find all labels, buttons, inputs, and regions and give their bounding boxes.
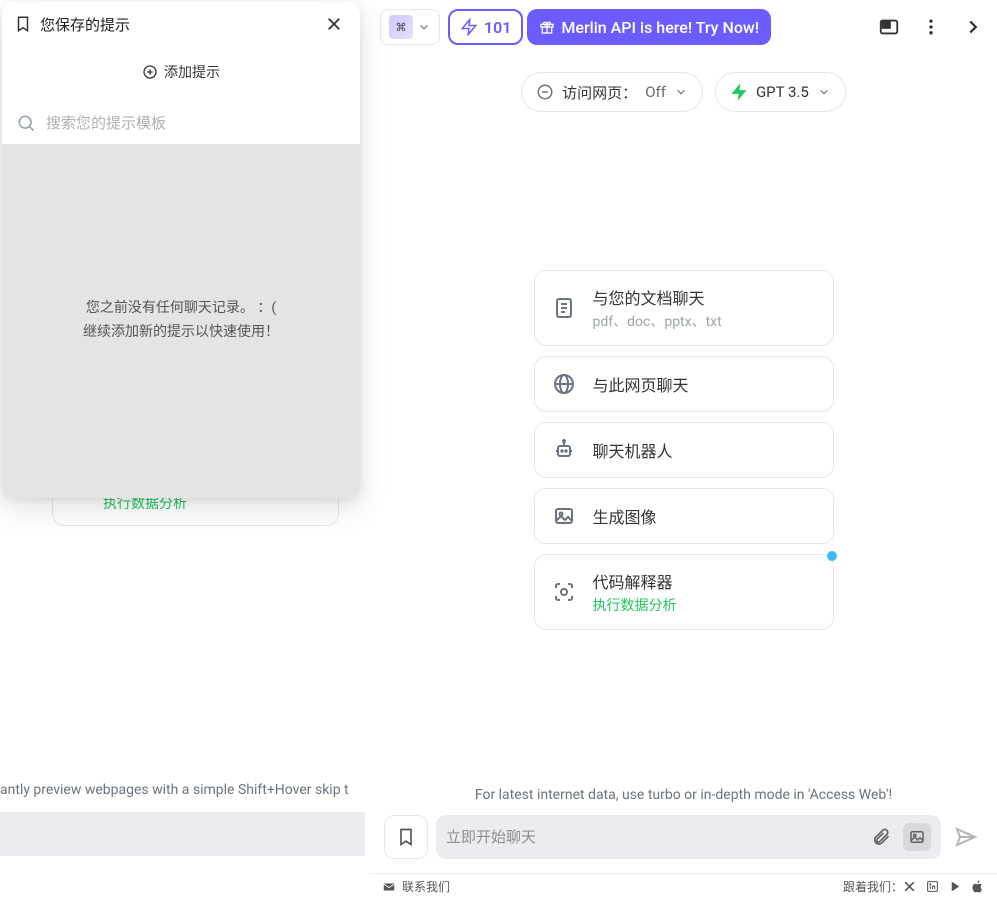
- paperclip-icon: [871, 827, 891, 847]
- access-web-value: Off: [645, 83, 666, 101]
- send-icon: [954, 825, 978, 849]
- contact-link[interactable]: 联系我们: [402, 878, 450, 895]
- tip-banner: For latest internet data, use turbo or i…: [370, 787, 997, 803]
- chat-input-wrap: [436, 815, 941, 859]
- bolt-icon: [460, 18, 478, 36]
- play-store-icon[interactable]: [949, 880, 962, 893]
- more-button[interactable]: [917, 13, 945, 41]
- apple-icon[interactable]: [972, 880, 985, 893]
- more-vertical-icon: [921, 17, 941, 37]
- bolt-icon: [730, 83, 748, 101]
- send-button[interactable]: [949, 820, 983, 854]
- gift-icon: [539, 19, 555, 35]
- globe-icon: [551, 371, 577, 397]
- forward-button[interactable]: [959, 13, 987, 41]
- plus-circle-icon: [142, 64, 158, 80]
- bookmark-icon: [14, 15, 32, 33]
- promo-label: Merlin API is here! Try Now!: [561, 18, 759, 37]
- workspace-avatar-icon: ⌘: [389, 15, 413, 39]
- new-badge-dot: [827, 551, 837, 561]
- mail-icon: [382, 880, 396, 894]
- linkedin-icon[interactable]: [926, 880, 939, 893]
- chevron-down-icon: [817, 85, 831, 99]
- main-subheader: 访问网页： Off GPT 3.5: [370, 54, 997, 130]
- popup-search: [2, 102, 360, 144]
- promo-chip[interactable]: Merlin API is here! Try Now!: [527, 9, 771, 45]
- main-panel: ⌘ 101 Merlin API is here! Try Now! 访问网: [370, 0, 997, 899]
- empty-line-2: 继续添加新的提示以快速使用！: [83, 321, 279, 345]
- card-title: 与您的文档聊天: [593, 285, 722, 309]
- scan-icon: [551, 579, 577, 605]
- card-title: 代码解释器: [593, 569, 677, 593]
- close-button[interactable]: [320, 10, 348, 38]
- access-web-label: 访问网页：: [562, 82, 637, 103]
- search-icon: [16, 113, 36, 133]
- chevron-down-icon: [417, 20, 431, 34]
- credits-chip[interactable]: 101: [448, 9, 523, 45]
- minus-circle-icon: [536, 83, 554, 101]
- file-text-icon: [551, 295, 577, 321]
- saved-prompts-button[interactable]: [384, 815, 428, 859]
- add-prompt-button[interactable]: 添加提示: [2, 52, 360, 92]
- credits-value: 101: [484, 18, 511, 37]
- workspace-selector[interactable]: ⌘: [380, 9, 440, 45]
- pip-button[interactable]: [875, 13, 903, 41]
- popup-title-text: 您保存的提示: [40, 14, 130, 35]
- action-card-chat-docs[interactable]: 与您的文档聊天 pdf、doc、pptx、txt: [534, 270, 834, 346]
- pip-icon: [878, 16, 900, 38]
- add-prompt-label: 添加提示: [164, 62, 220, 82]
- main-body: 与您的文档聊天 pdf、doc、pptx、txt 与此网页聊天 聊天机器人: [370, 130, 997, 787]
- popup-header: 您保存的提示: [2, 2, 360, 46]
- composer-left-fragment: [0, 812, 365, 856]
- saved-prompts-popup: 您保存的提示 添加提示 您之前没有任何聊天记录。 ：( 继续添加新的提示以快速使…: [2, 2, 360, 498]
- composer: [370, 815, 997, 873]
- popup-title: 您保存的提示: [14, 14, 312, 35]
- main-footer: 联系我们 跟着我们：: [370, 873, 997, 899]
- bookmark-icon: [396, 827, 416, 847]
- image-upload-button[interactable]: [903, 823, 931, 851]
- card-title: 与此网页聊天: [593, 372, 689, 396]
- model-pill[interactable]: GPT 3.5: [715, 72, 846, 112]
- main-header: ⌘ 101 Merlin API is here! Try Now!: [370, 0, 997, 54]
- action-card-chat-bot[interactable]: 聊天机器人: [534, 422, 834, 478]
- card-subtitle: 执行数据分析: [593, 595, 677, 615]
- close-icon: [325, 15, 343, 33]
- card-subtitle: pdf、doc、pptx、txt: [593, 311, 722, 331]
- follow-label: 跟着我们：: [843, 878, 903, 895]
- bot-icon: [551, 437, 577, 463]
- search-input[interactable]: [46, 115, 346, 132]
- empty-line-1: 您之前没有任何聊天记录。 ：(: [83, 297, 279, 321]
- chevron-down-icon: [674, 85, 688, 99]
- chevron-right-icon: [962, 16, 984, 38]
- chat-input[interactable]: [446, 829, 859, 846]
- access-web-pill[interactable]: 访问网页： Off: [521, 72, 703, 112]
- popup-empty-state: 您之前没有任何聊天记录。 ：( 继续添加新的提示以快速使用！: [2, 144, 360, 498]
- action-card-generate-image[interactable]: 生成图像: [534, 488, 834, 544]
- tip-banner-left-fragment: antly preview webpages with a simple Shi…: [0, 782, 365, 798]
- action-card-chat-webpage[interactable]: 与此网页聊天: [534, 356, 834, 412]
- image-icon: [908, 828, 926, 846]
- card-title: 生成图像: [593, 504, 657, 528]
- x-twitter-icon[interactable]: [903, 880, 916, 893]
- action-card-code-interpreter[interactable]: 代码解释器 执行数据分析: [534, 554, 834, 630]
- attach-button[interactable]: [867, 823, 895, 851]
- card-title: 聊天机器人: [593, 438, 673, 462]
- image-icon: [551, 503, 577, 529]
- model-label: GPT 3.5: [756, 83, 809, 101]
